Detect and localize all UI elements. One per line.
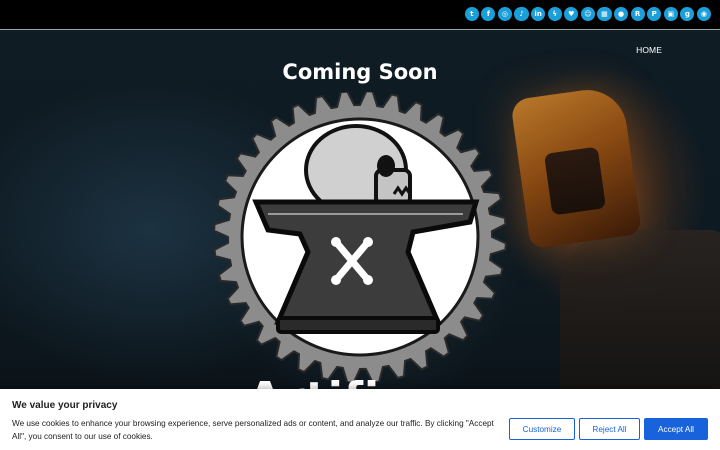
coming-soon-heading: Coming Soon	[282, 60, 438, 84]
cookie-text: We use cookies to enhance your browsing …	[12, 419, 494, 441]
cookie-title: We value your privacy	[12, 400, 118, 411]
discord-icon[interactable]: ◉	[696, 7, 711, 22]
messenger-icon[interactable]: ϟ	[547, 7, 562, 22]
nav-home-link[interactable]: HOME	[636, 45, 662, 55]
gab-icon[interactable]: g	[680, 7, 695, 22]
bone-end	[363, 275, 373, 285]
facebook-icon[interactable]: f	[481, 7, 496, 22]
gear-logo-icon	[213, 90, 507, 384]
rumble-icon[interactable]: R	[630, 7, 645, 22]
snapchat-icon[interactable]: ☺	[580, 7, 595, 22]
bone-end	[331, 237, 341, 247]
tiktok-icon[interactable]: ♪	[514, 7, 529, 22]
twitter-icon[interactable]: t	[464, 7, 479, 22]
skull-eye	[377, 155, 395, 177]
main-nav: HOME	[636, 40, 662, 58]
microsoft-icon[interactable]: ▦	[597, 7, 612, 22]
site-logo	[208, 90, 512, 387]
bluesky-icon[interactable]: ♥	[564, 7, 579, 22]
bone-end	[331, 275, 341, 285]
welder-window-image	[543, 146, 607, 216]
pinterest-icon[interactable]: P	[647, 7, 662, 22]
instagram-icon[interactable]: ◎	[497, 7, 513, 22]
linkedin-icon[interactable]: in	[531, 7, 546, 22]
accept-all-button[interactable]: Accept All	[644, 418, 708, 440]
customize-button[interactable]: Customize	[509, 418, 575, 440]
reject-all-button[interactable]: Reject All	[579, 418, 640, 440]
top-bar: t f ◎ ♪ in ϟ ♥ ☺ ▦ ● R P ▣ g ◉	[0, 0, 720, 30]
bone-end	[363, 237, 373, 247]
anvil-base	[276, 316, 440, 334]
twitch-icon[interactable]: ▣	[663, 7, 678, 22]
reddit-icon[interactable]: ●	[613, 7, 629, 22]
social-icons: t f ◎ ♪ in ϟ ♥ ☺ ▦ ● R P ▣ g ◉	[464, 7, 711, 22]
